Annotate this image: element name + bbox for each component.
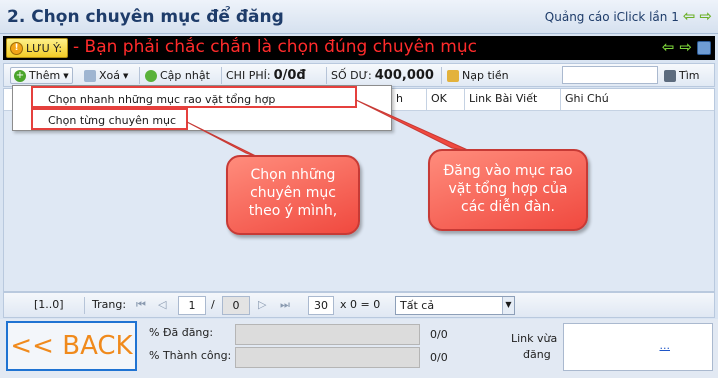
pager-page-label: Trang: [92,298,127,311]
first-page-icon[interactable]: ⏮ [136,298,146,312]
callout-line: vặt tổng hợp của [448,181,568,197]
last-page-icon[interactable]: ⏭ [280,298,290,312]
posted-value: 0/0 [430,328,448,341]
pager-range: [1..0] [34,298,64,311]
next-page-icon[interactable]: ▷ [258,298,266,311]
pager-slash: / [211,298,215,311]
callout-line: Chọn những [250,167,336,183]
callout-line: các diễn đàn. [461,199,555,215]
callout-select-each: Chọn những chuyên mục theo ý mình, [226,155,360,235]
recent-link-label: Link vừa [511,332,558,345]
divider [84,297,85,314]
success-progress-bar [235,347,420,368]
recent-link-box: ... [563,323,713,371]
filter-select-value: Tất cả [400,299,435,312]
posted-label: % Đã đăng: [149,326,214,339]
page-input[interactable]: 1 [178,296,206,315]
callout-quick-select: Đăng vào mục rao vặt tổng hợp của các di… [428,149,588,231]
chevron-down-icon: ▼ [502,297,514,314]
callout-line: theo ý mình, [248,203,338,219]
recent-link[interactable]: ... [660,339,671,352]
success-label: % Thành công: [149,349,232,362]
filter-select[interactable]: Tất cả ▼ [395,296,515,315]
page-size-input[interactable]: 30 [308,296,334,315]
recent-link-label-2: đăng [523,348,551,361]
pager: [1..0] Trang: ⏮ ◁ 1 / 0 ▷ ⏭ 30 x 0 = 0 T… [3,292,715,318]
callout-line: Đăng vào mục rao [443,163,573,179]
success-value: 0/0 [430,351,448,364]
callout-line: chuyên mục [250,185,336,201]
total-pages: 0 [222,296,250,315]
back-button[interactable]: << BACK [6,321,137,371]
posted-progress-bar [235,324,420,345]
pager-calc: x 0 = 0 [340,298,381,311]
prev-page-icon[interactable]: ◁ [158,298,166,311]
